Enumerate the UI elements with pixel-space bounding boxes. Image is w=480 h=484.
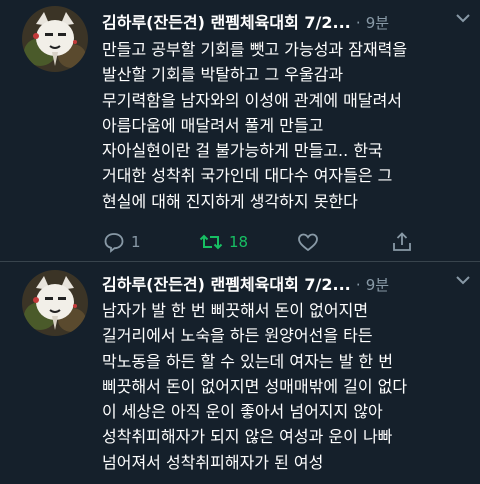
tweet-actions: 1 18 <box>102 228 442 256</box>
like-icon <box>296 230 320 254</box>
avatar[interactable] <box>22 270 88 336</box>
tweet-text-line: 아름다움에 매달려서 풀게 만들고 <box>102 115 324 135</box>
tweet-text-line: 삐끗해서 돈이 없어지면 성매매밖에 길이 없다 <box>102 376 408 396</box>
timestamp[interactable]: 9분 <box>366 14 389 32</box>
tweet-text: 남자가 발 한 번 삐끗해서 돈이 없어지면 길거리에서 노숙을 하든 원양어선… <box>102 298 474 475</box>
retweet-button[interactable]: 18 <box>198 228 248 256</box>
reply-button[interactable]: 1 <box>102 228 141 256</box>
tweet-text-line: 성착취피해자가 되지 않은 여성과 운이 나빠 <box>102 427 393 447</box>
tweet-text-line: 이 세상은 아직 운이 좋아서 넘어지지 않아 <box>102 402 383 422</box>
tweet-text-line: 자아실현이란 걸 불가능하게 만들고.. 한국 <box>102 141 383 161</box>
avatar[interactable] <box>22 6 88 72</box>
tweet-text: 만들고 공부할 기회를 뺏고 가능성과 잠재력을 발산할 기회를 박탈하고 그 … <box>102 37 474 214</box>
like-button[interactable] <box>296 228 320 256</box>
tweet-header: 김하루(잔든견) 랜펨체육대회 7/2... · 9분 <box>102 9 472 37</box>
separator-dot: · <box>355 14 361 32</box>
tweet-header: 김하루(잔든견) 랜펨체육대회 7/2... · 9분 <box>102 271 472 299</box>
chevron-down-icon[interactable] <box>456 270 470 285</box>
retweet-icon <box>198 230 224 254</box>
tweet[interactable]: 김하루(잔든견) 랜펨체육대회 7/2... · 9분 만들고 공부할 기회를 … <box>0 0 480 262</box>
author-name[interactable]: 김하루(잔든견) 랜펨체육대회 7/2... <box>102 271 351 299</box>
author-name[interactable]: 김하루(잔든견) 랜펨체육대회 7/2... <box>102 9 351 37</box>
tweet-text-line: 남자가 발 한 번 삐끗해서 돈이 없어지면 <box>102 301 369 320</box>
reply-count: 1 <box>131 233 141 251</box>
separator-dot: · <box>355 276 361 294</box>
chevron-down-icon[interactable] <box>456 8 470 23</box>
tweet-text-line: 현실에 대해 진지하게 생각하지 못한다 <box>102 191 358 211</box>
retweet-count: 18 <box>229 233 249 251</box>
timestamp[interactable]: 9분 <box>366 276 389 294</box>
tweet-text-line: 발산할 기회를 박탈하고 그 우울감과 <box>102 65 344 85</box>
share-button[interactable] <box>390 228 414 256</box>
reply-icon <box>102 230 126 254</box>
tweet-text-line: 만들고 공부할 기회를 뺏고 가능성과 잠재력을 <box>102 40 408 59</box>
share-icon <box>390 230 414 254</box>
tweet-text-line: 넘어져서 성착취피해자가 된 여성 <box>102 452 324 472</box>
tweet[interactable]: 김하루(잔든견) 랜펨체육대회 7/2... · 9분 남자가 발 한 번 삐끗… <box>0 262 480 484</box>
tweet-text-line: 거대한 성착취 국가인데 대다수 여자들은 그 <box>102 166 393 186</box>
tweet-text-line: 무기력함을 남자와의 이성애 관계에 매달려서 <box>102 90 403 110</box>
tweet-text-line: 막노동을 하든 할 수 있는데 여자는 발 한 번 <box>102 351 393 371</box>
tweet-text-line: 길거리에서 노숙을 하든 원양어선을 타든 <box>102 326 373 346</box>
